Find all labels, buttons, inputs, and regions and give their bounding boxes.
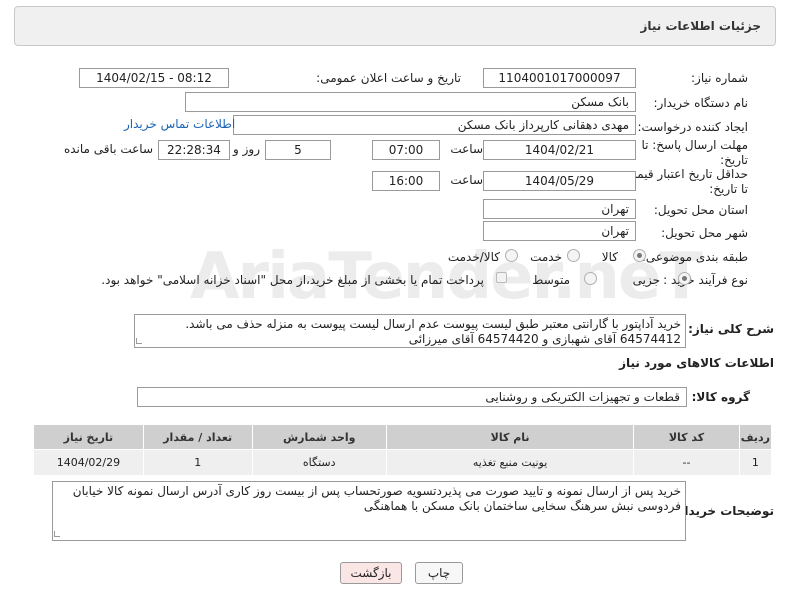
cell-name: یونیت منبع تغذیه [385,449,635,476]
treasury-payment-checkbox[interactable] [496,272,507,283]
back-button[interactable]: بازگشت [340,562,402,584]
process-option-medium: متوسط [532,273,570,287]
cell-code: -- [633,449,740,476]
treasury-payment-note: پرداخت تمام یا بخشی از مبلغ خرید،از محل … [101,273,484,287]
description-label: شرح کلی نیاز: [688,322,774,336]
cell-unit: دستگاه [251,449,387,476]
goods-section-title: اطلاعات کالاهای مورد نیاز [619,356,774,370]
reply-deadline-label: مهلت ارسال پاسخ: تا [641,138,748,152]
description-textarea: خرید آداپتور با گارانتی معتبر طبق لیست پ… [134,314,686,348]
creator-label: ایجاد کننده درخواست: [637,120,748,134]
process-radio-minor[interactable] [678,272,691,285]
province-label: استان محل تحویل: [653,203,748,217]
header-panel: جزئیات اطلاعات نیاز [14,6,776,46]
price-date-field: 1404/05/29 [483,171,636,191]
price-time-field: 16:00 [372,171,440,191]
reply-deadline-label-2: تاریخ: [720,153,748,167]
category-option-goods-service: کالا/خدمت [447,250,500,264]
remaining-time-field: 22:28:34 [158,140,230,160]
col-name: نام کالا [385,424,635,450]
resize-handle-icon [136,338,142,344]
process-type-label: نوع فرآیند خرید : [663,273,748,287]
reply-time-label: ساعت [450,142,483,156]
need-number-label: شماره نیاز: [691,71,748,85]
city-label: شهر محل تحویل: [661,226,748,240]
category-radio-goods[interactable] [633,249,646,262]
col-unit: واحد شمارش [251,424,387,450]
price-validity-label-2: تا تاریخ: [709,182,748,196]
page-title: جزئیات اطلاعات نیاز [640,19,761,33]
table-row: 1 -- یونیت منبع تغذیه دستگاه 1 1404/02/2… [33,449,773,476]
price-time-label: ساعت [450,173,483,187]
days-label: روز و [233,142,260,156]
col-qty: تعداد / مقدار [142,424,253,450]
need-number-field: 1104001017000097 [483,68,636,88]
category-radio-goods-service[interactable] [505,249,518,262]
col-date: تاریخ نیاز [33,424,144,450]
resize-handle-icon [54,531,60,537]
goods-group-field: قطعات و تجهیزات الکتریکی و روشنایی [137,387,687,407]
contact-info-link[interactable]: اطلاعات تماس خریدار [124,117,235,131]
buyer-notes-textarea: خرید پس از ارسال نمونه و تایید صورت می پ… [52,481,686,541]
reply-days-field: 5 [265,140,331,160]
price-validity-label: حداقل تاریخ اعتبار قیمت: [621,167,748,181]
reply-date-field: 1404/02/21 [483,140,636,160]
buyer-field: بانک مسکن [185,92,636,112]
category-radio-service[interactable] [567,249,580,262]
buyer-notes-label: توضیحات خریدار: [672,504,774,518]
cell-qty: 1 [142,449,253,476]
city-field: تهران [483,221,636,241]
category-label: طبقه بندی موضوعی: [641,250,748,264]
print-button[interactable]: چاپ [415,562,463,584]
goods-table: ردیف کد کالا نام کالا واحد شمارش تعداد /… [33,424,773,476]
goods-table-header: ردیف کد کالا نام کالا واحد شمارش تعداد /… [33,424,773,450]
remaining-label: ساعت باقی مانده [63,142,153,156]
process-radio-medium[interactable] [584,272,597,285]
cell-date: 1404/02/29 [33,449,144,476]
announce-field: 1404/02/15 - 08:12 [79,68,229,88]
reply-time-field: 07:00 [372,140,440,160]
category-option-goods: کالا [601,250,618,264]
announce-label: تاریخ و ساعت اعلان عمومی: [316,71,461,85]
buyer-label: نام دستگاه خریدار: [653,96,749,110]
col-code: کد کالا [633,424,740,450]
col-row: ردیف [738,424,773,450]
creator-field: مهدی دهقانی کارپرداز بانک مسکن [233,115,636,135]
goods-group-label: گروه کالا: [691,390,750,404]
cell-row: 1 [738,449,773,476]
province-field: تهران [483,199,636,219]
category-option-service: خدمت [530,250,562,264]
process-option-minor: جزیی [632,273,660,287]
